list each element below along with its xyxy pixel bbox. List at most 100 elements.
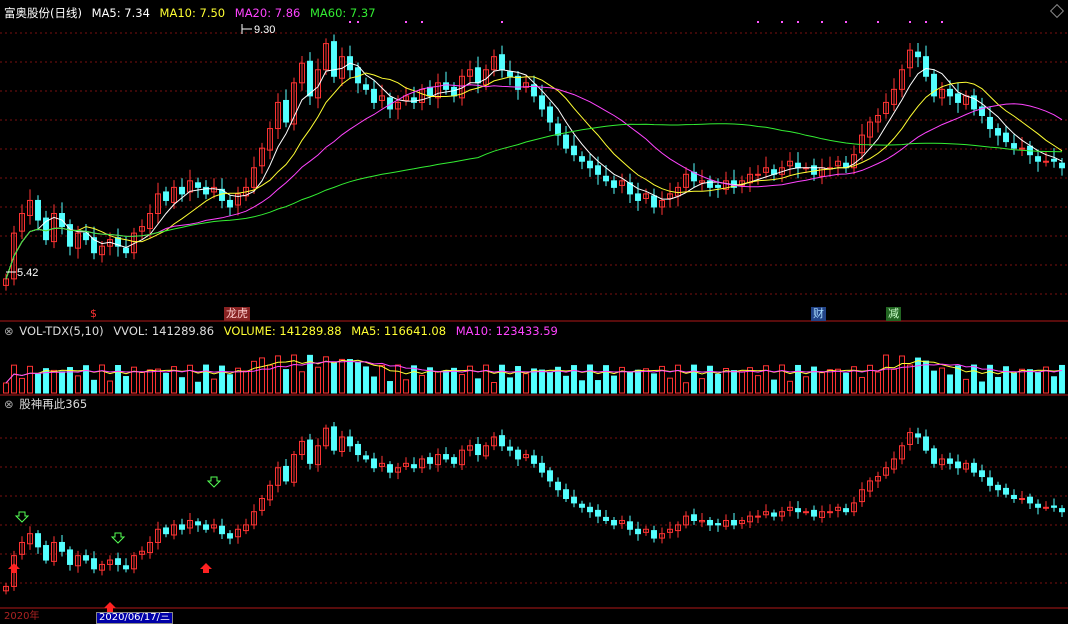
marker-cai[interactable]: 财 [811, 307, 826, 321]
volume-bar [699, 378, 705, 394]
indicator-body [827, 511, 833, 514]
volume-bar [139, 371, 145, 394]
indicator-body [707, 519, 713, 526]
candle-body [755, 173, 761, 176]
signal-dot [349, 21, 351, 23]
indicator-body [715, 523, 721, 526]
candle-body [411, 97, 417, 103]
indicator-body [83, 555, 89, 561]
ma5-legend: MA5: 7.34 [91, 6, 150, 20]
buy-signal-arrow-icon [8, 563, 20, 573]
volume-bar [83, 365, 89, 394]
indicator-body [331, 426, 337, 451]
volume-bar [883, 354, 889, 394]
cursor-date-label: 2020/06/17/三 [96, 612, 174, 624]
volume-bar [35, 373, 41, 394]
volume-bar [203, 364, 209, 394]
volume-bar [643, 368, 649, 394]
volume-bar [859, 376, 865, 394]
marker-dollar[interactable]: $ [88, 307, 99, 321]
indicator-body [363, 455, 369, 460]
indicator-body [555, 481, 561, 491]
volume-bar [1035, 372, 1041, 394]
candle-body [595, 165, 601, 175]
volume-bar [227, 374, 233, 394]
signal-dot [909, 21, 911, 23]
price-candles[interactable] [3, 34, 1065, 291]
indicator-body [411, 464, 417, 469]
volume-bar [11, 364, 17, 394]
indicator-body [995, 484, 1001, 491]
volume-bar [547, 371, 553, 394]
marker-longhu[interactable]: 龙虎 [224, 307, 250, 321]
volume-bar [963, 378, 969, 394]
indicator-body [603, 516, 609, 521]
indicator-body [795, 508, 801, 513]
candle-body [179, 186, 185, 195]
buy-hint-arrow-icon [206, 476, 222, 488]
volume-bar [395, 364, 401, 394]
indicator-body [923, 436, 929, 451]
indicator-body [587, 506, 593, 513]
volume-bar [3, 382, 9, 394]
volume-bar [475, 378, 481, 394]
volume-value: VOLUME: 141289.88 [223, 324, 342, 338]
volume-bar [627, 371, 633, 394]
volume-bar [635, 369, 641, 394]
candle-body [35, 199, 41, 221]
volume-bar [875, 371, 881, 394]
candle-body [587, 160, 593, 169]
indicator-body [971, 462, 977, 473]
candle-body [811, 165, 817, 175]
kline-chart[interactable]: 9.30 5.42 [0, 0, 1068, 620]
volume-bar [539, 369, 545, 394]
indicator-body [451, 457, 457, 464]
indicator-body [547, 470, 553, 482]
volume-bar [867, 364, 873, 394]
volume-bar [691, 364, 697, 394]
volume-bar [923, 360, 929, 394]
indicator-body [755, 515, 761, 518]
ma20-line [5, 84, 1063, 280]
volume-bar [499, 364, 505, 394]
vol-ma10-value: MA10: 123433.59 [455, 324, 558, 338]
volume-bar [411, 365, 417, 394]
candle-body [651, 195, 657, 208]
volume-bar [1011, 372, 1017, 394]
signal-dot [845, 21, 847, 23]
volume-bar [947, 374, 953, 394]
candle-body [555, 123, 561, 136]
indicator-body [515, 449, 521, 460]
indicator-body [307, 439, 313, 464]
candle-body [123, 247, 129, 254]
volume-bar [771, 379, 777, 394]
volume-bar [979, 381, 985, 394]
candle-body [371, 88, 377, 103]
indicator-body [1035, 503, 1041, 508]
volume-bar [955, 365, 961, 394]
candle-body [331, 41, 337, 77]
volume-bar [483, 364, 489, 394]
marker-jian[interactable]: 减 [886, 307, 901, 321]
volume-bar [563, 375, 569, 394]
indicator-body [371, 458, 377, 469]
candle-body [955, 93, 961, 103]
indicator-body [1003, 487, 1009, 495]
indicator-name: 股神再此365 [19, 397, 88, 411]
ma20-legend: MA20: 7.86 [234, 6, 301, 20]
candle-body [915, 51, 921, 58]
volume-bar [331, 362, 337, 394]
volume-bar [579, 380, 585, 394]
candle-body [563, 134, 569, 149]
candle-body [571, 145, 577, 156]
candle-body [1003, 132, 1009, 143]
signal-dot [877, 21, 879, 23]
collapse-icon[interactable]: ⊗ [4, 397, 14, 411]
volume-bar [443, 370, 449, 394]
indicator-body [507, 446, 513, 451]
candle-body [1059, 162, 1065, 169]
indicator-body [427, 457, 433, 464]
period-label: (日线) [50, 6, 82, 20]
collapse-icon[interactable]: ⊗ [4, 324, 14, 338]
indicator-body [803, 511, 809, 514]
